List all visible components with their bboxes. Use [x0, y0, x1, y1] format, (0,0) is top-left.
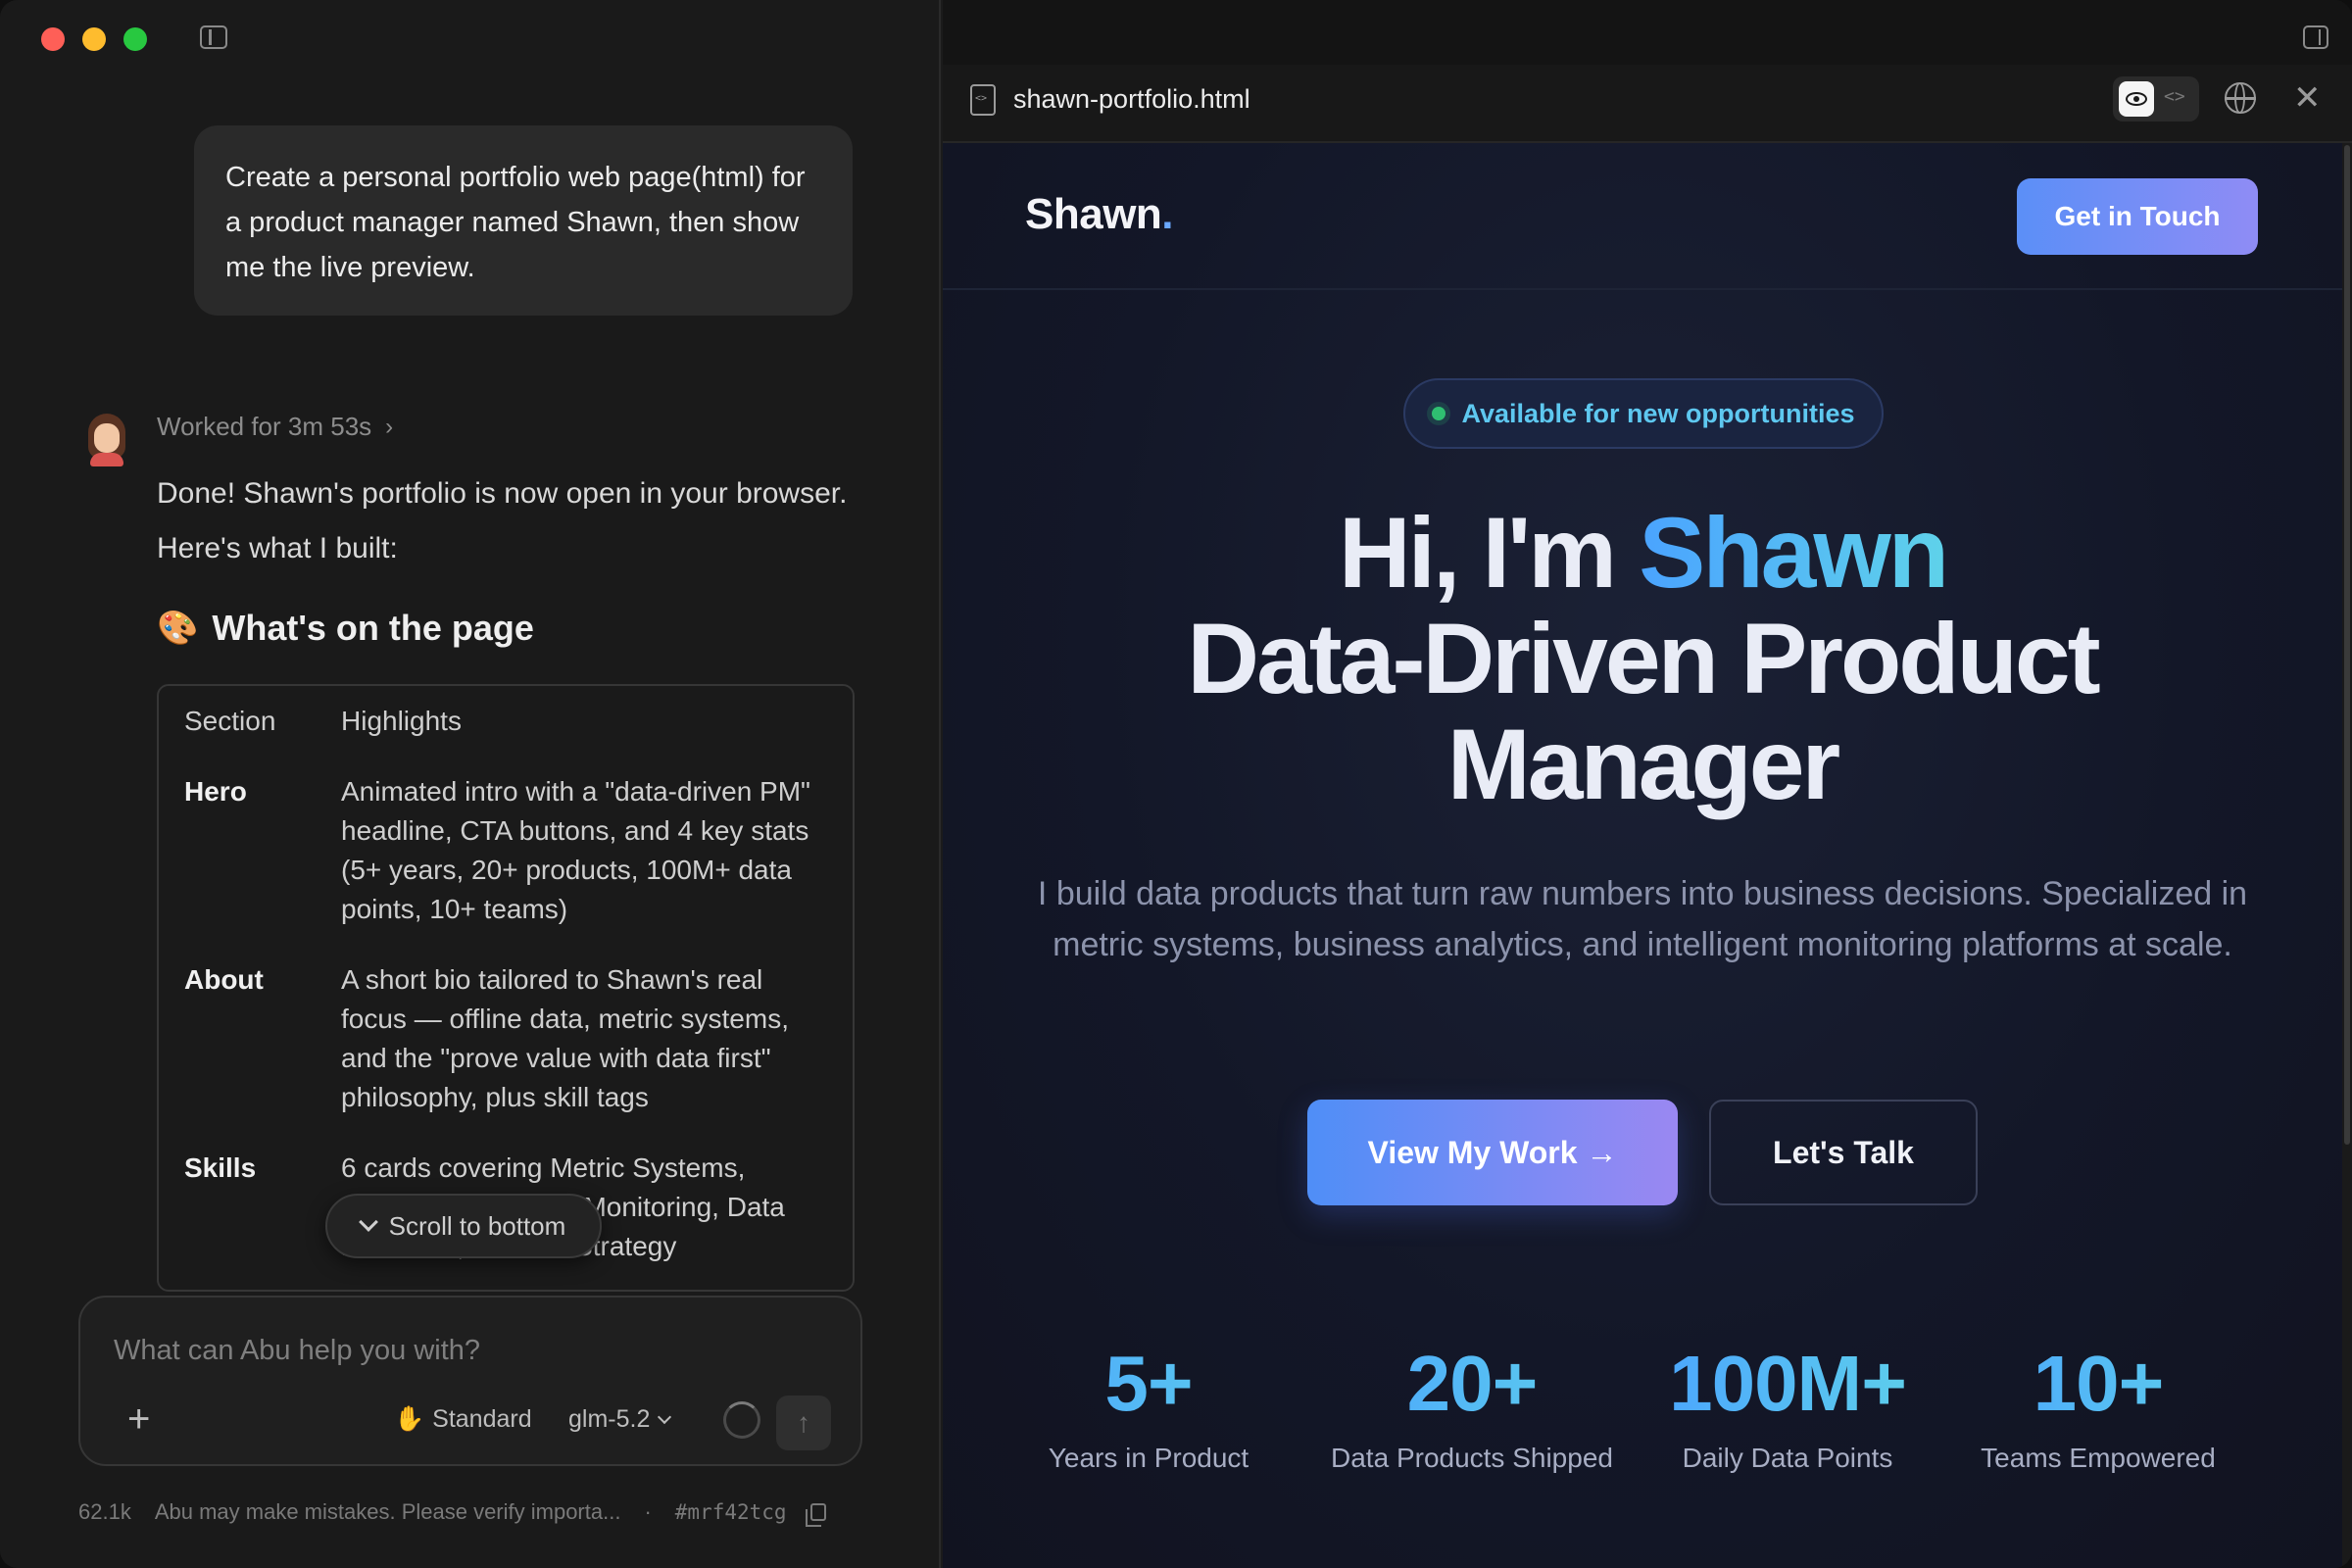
- preview-pane: shawn-portfolio.html <> ✕ Shawn. Get in …: [943, 0, 2352, 1568]
- stat-years: 5+ Years in Product: [1011, 1337, 1286, 1474]
- section-heading: 🎨 What's on the page: [157, 608, 534, 649]
- scrollbar-thumb[interactable]: [2344, 145, 2350, 1145]
- code-icon[interactable]: <>: [2164, 86, 2185, 107]
- globe-icon[interactable]: [2225, 82, 2256, 114]
- separator: ·: [644, 1499, 652, 1524]
- hero-title: Hi, I'm Shawn Data-Driven Product Manage…: [1187, 497, 2100, 820]
- copy-icon[interactable]: [805, 1503, 826, 1527]
- status-dot-icon: [1432, 407, 1446, 420]
- availability-text: Available for new opportunities: [1461, 398, 1855, 428]
- zoom-window-button[interactable]: [123, 27, 147, 51]
- window-controls: [41, 27, 147, 51]
- hero-name: Shawn: [1639, 497, 1949, 609]
- hero-subtitle: I build data products that turn raw numb…: [1037, 875, 2248, 963]
- chevron-down-icon: [358, 1212, 378, 1232]
- send-button[interactable]: ↑: [776, 1396, 831, 1450]
- status-footer: 62.1k Abu may make mistakes. Please veri…: [78, 1499, 826, 1527]
- loading-spinner-icon: [723, 1401, 760, 1439]
- html-file-icon: [970, 84, 996, 116]
- hand-icon: ✋: [394, 1405, 425, 1433]
- site-logo[interactable]: Shawn.: [1025, 190, 1174, 239]
- preview-file-name: shawn-portfolio.html: [1013, 84, 1250, 114]
- palette-icon: 🎨: [157, 610, 199, 647]
- view-mode-toggle[interactable]: <>: [2113, 76, 2199, 122]
- mode-label: Standard: [432, 1405, 532, 1433]
- right-panel-toggle-icon[interactable]: [2303, 25, 2328, 49]
- preview-scrollbar[interactable]: [2342, 143, 2352, 1568]
- token-count: 62.1k: [78, 1499, 131, 1524]
- row-section-name: Skills: [184, 1152, 257, 1183]
- scroll-to-bottom-label: Scroll to bottom: [388, 1210, 566, 1241]
- model-selector[interactable]: glm-5.2: [568, 1405, 672, 1434]
- stat-data-points: 100M+ Daily Data Points: [1641, 1337, 1935, 1474]
- model-label: glm-5.2: [568, 1405, 651, 1433]
- lets-talk-button[interactable]: Let's Talk: [1709, 1100, 1978, 1205]
- row-section-name: Hero: [184, 776, 247, 807]
- mode-selector[interactable]: ✋ Standard: [394, 1405, 532, 1434]
- col-highlights: Highlights: [341, 706, 462, 736]
- row-section-name: About: [184, 964, 264, 995]
- row-highlights: A short bio tailored to Shawn's real foc…: [341, 964, 789, 1112]
- view-my-work-button[interactable]: View My Work →: [1307, 1100, 1678, 1205]
- sidebar-toggle-icon[interactable]: [200, 25, 227, 49]
- worked-for-toggle[interactable]: Worked for 3m 53s ›: [157, 412, 393, 442]
- close-window-button[interactable]: [41, 27, 65, 51]
- assistant-avatar: [84, 414, 129, 466]
- composer-input[interactable]: What can Abu help you with?: [114, 1335, 480, 1367]
- chevron-down-icon: [658, 1409, 672, 1424]
- session-id: #mrf42tcg: [674, 1500, 787, 1524]
- add-attachment-button[interactable]: +: [127, 1399, 150, 1439]
- user-message: Create a personal portfolio web page(htm…: [194, 125, 853, 316]
- portfolio-site: Shawn. Get in Touch Available for new op…: [943, 143, 2342, 1568]
- site-nav: Shawn. Get in Touch: [943, 143, 2342, 290]
- row-highlights: Animated intro with a "data-driven PM" h…: [341, 776, 810, 924]
- disclaimer: Abu may make mistakes. Please verify imp…: [154, 1499, 621, 1524]
- availability-badge: Available for new opportunities: [1403, 378, 1884, 449]
- stat-products: 20+ Data Products Shipped: [1315, 1337, 1629, 1474]
- close-preview-icon[interactable]: ✕: [2293, 78, 2322, 118]
- message-composer[interactable]: What can Abu help you with? + ✋ Standard…: [78, 1296, 862, 1466]
- chat-pane: Create a personal portfolio web page(htm…: [0, 0, 941, 1568]
- chevron-right-icon: ›: [385, 413, 394, 440]
- eye-icon[interactable]: [2119, 81, 2154, 117]
- preview-toolbar: shawn-portfolio.html <> ✕: [943, 65, 2352, 143]
- get-in-touch-button[interactable]: Get in Touch: [2017, 178, 2258, 255]
- stat-teams: 10+ Teams Empowered: [1956, 1337, 2240, 1474]
- arrow-up-icon: ↑: [797, 1407, 810, 1438]
- worked-for-label: Worked for 3m 53s: [157, 412, 372, 441]
- app-window: Create a personal portfolio web page(htm…: [0, 0, 2352, 1568]
- scroll-to-bottom-button[interactable]: Scroll to bottom: [325, 1194, 602, 1258]
- minimize-window-button[interactable]: [82, 27, 106, 51]
- col-section: Section: [184, 706, 276, 736]
- section-heading-text: What's on the page: [212, 608, 534, 648]
- assistant-intro: Done! Shawn's portfolio is now open in y…: [157, 477, 848, 564]
